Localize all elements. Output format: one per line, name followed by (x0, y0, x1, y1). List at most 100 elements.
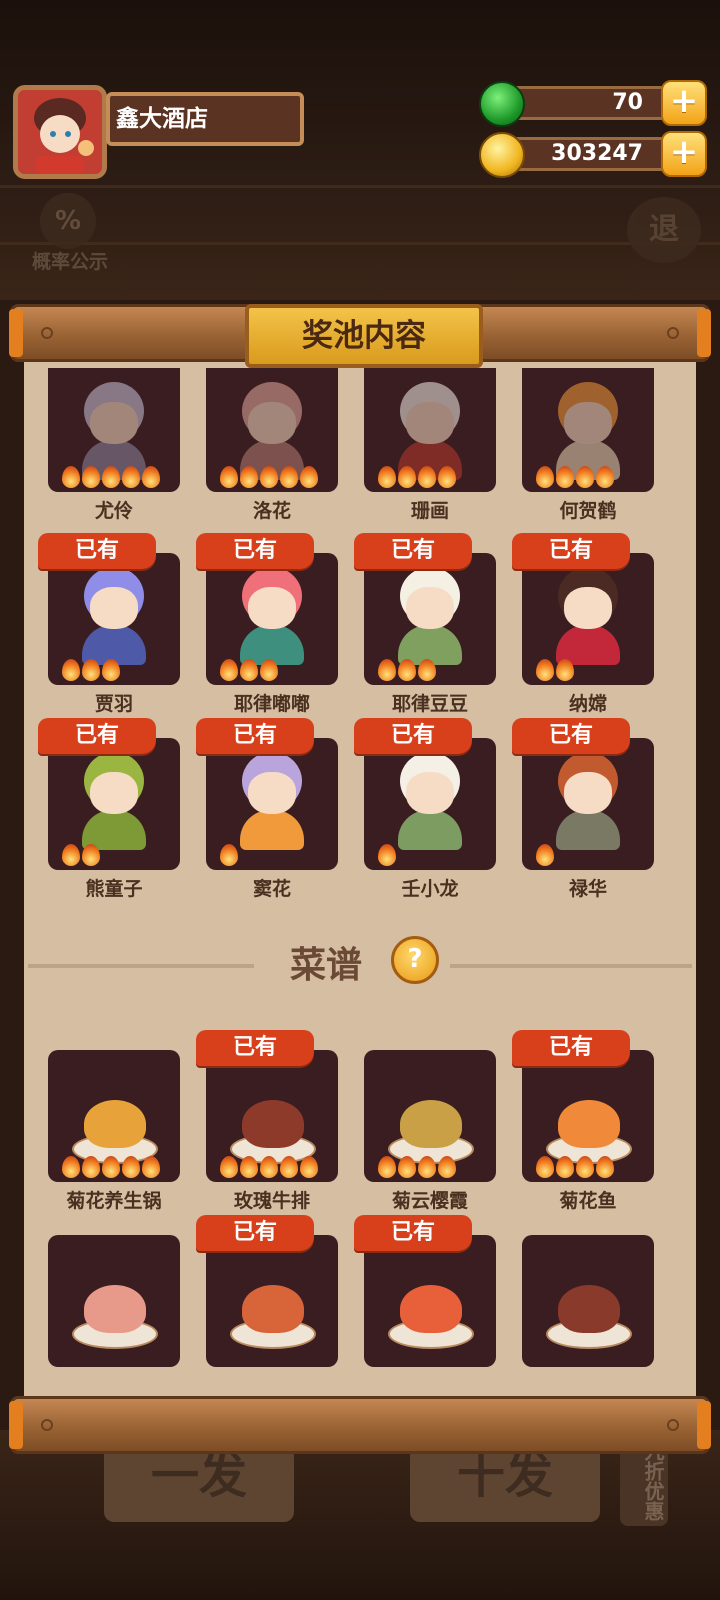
flame-icon (378, 844, 396, 866)
flame-icon (260, 1156, 278, 1178)
character-card[interactable] (206, 368, 338, 492)
flame-icon (596, 466, 614, 488)
dish-food-icon (400, 1100, 462, 1148)
flame-icon (102, 466, 120, 488)
flame-icon (240, 1156, 258, 1178)
dish-food-icon (558, 1100, 620, 1148)
coin-value: 303247 (551, 141, 643, 166)
flame-icon (62, 659, 80, 681)
rarity-flames (536, 659, 574, 681)
flame-icon (62, 1156, 80, 1178)
character-card[interactable]: 已有 (512, 533, 654, 685)
rod-cap-left (9, 1401, 23, 1449)
avatar-portrait-icon (18, 90, 102, 174)
character-face-icon (406, 772, 454, 814)
rarity-flames (378, 1156, 456, 1178)
flame-icon (378, 1156, 396, 1178)
character-card[interactable] (364, 368, 496, 492)
flame-icon (418, 659, 436, 681)
flame-icon (142, 466, 160, 488)
help-button[interactable]: ? (391, 936, 439, 984)
character-card[interactable]: 已有 (354, 533, 496, 685)
character-card[interactable]: 已有 (196, 533, 338, 685)
rod-cap-right (697, 1401, 711, 1449)
flame-icon (122, 1156, 140, 1178)
recipe-card[interactable]: 已有 (196, 1030, 338, 1182)
recipe-card[interactable]: 已有 (512, 1030, 654, 1182)
character-body-icon (398, 810, 462, 850)
flame-icon (398, 1156, 416, 1178)
card-name: 菊花养生锅 (66, 1190, 162, 1212)
owned-badge: 已有 (354, 1215, 472, 1251)
dish-food-icon (558, 1285, 620, 1333)
card-name: 贾羽 (94, 693, 133, 715)
owned-badge: 已有 (512, 718, 630, 754)
character-card[interactable] (522, 368, 654, 492)
character-card[interactable]: 已有 (38, 718, 180, 870)
recipe-card[interactable]: 已有 (196, 1215, 338, 1367)
flame-icon (280, 466, 298, 488)
player-avatar[interactable] (13, 85, 107, 179)
jade-counter: 70 + (479, 80, 707, 127)
character-card[interactable]: 已有 (38, 533, 180, 685)
add-jade-button[interactable]: + (661, 80, 707, 126)
recipe-card[interactable] (364, 1050, 496, 1182)
card-name: 菊花鱼 (559, 1190, 617, 1212)
flame-icon (438, 1156, 456, 1178)
recipe-card[interactable] (48, 1050, 180, 1182)
character-card[interactable]: 已有 (196, 718, 338, 870)
rarity-flames (536, 844, 554, 866)
flame-icon (280, 1156, 298, 1178)
exit-button[interactable]: 退 (627, 197, 701, 263)
probability-icon[interactable]: % (40, 193, 96, 249)
flame-icon (300, 1156, 318, 1178)
character-face-icon (248, 402, 296, 444)
rod-nail (41, 327, 53, 339)
flame-icon (536, 844, 554, 866)
flame-icon (220, 844, 238, 866)
owned-badge: 已有 (196, 1215, 314, 1251)
flame-icon (240, 466, 258, 488)
character-face-icon (406, 402, 454, 444)
rod-nail (41, 1419, 53, 1431)
scroll-rod-bottom (9, 1396, 711, 1454)
recipe-card[interactable] (48, 1235, 180, 1367)
flame-icon (62, 844, 80, 866)
character-card[interactable]: 已有 (512, 718, 654, 870)
card-name: 窦花 (252, 878, 291, 900)
probability-label[interactable]: 概率公示 (20, 247, 120, 274)
recipe-card[interactable] (522, 1235, 654, 1367)
flame-icon (556, 659, 574, 681)
flame-icon (260, 659, 278, 681)
recipes-section-title: 菜谱 (290, 945, 363, 986)
flame-icon (576, 1156, 594, 1178)
rarity-flames (62, 1156, 160, 1178)
card-name: 壬小龙 (401, 878, 459, 900)
add-coins-button[interactable]: + (661, 131, 707, 177)
flame-icon (596, 1156, 614, 1178)
jade-value: 70 (612, 90, 643, 115)
character-card[interactable]: 已有 (354, 718, 496, 870)
rod-cap-right (697, 309, 711, 357)
dish-food-icon (84, 1100, 146, 1148)
flame-icon (122, 466, 140, 488)
flame-icon (418, 466, 436, 488)
flame-icon (62, 466, 80, 488)
card-name: 珊画 (410, 500, 449, 522)
flame-icon (82, 844, 100, 866)
flame-icon (260, 466, 278, 488)
owned-badge: 已有 (512, 1030, 630, 1066)
section-divider (450, 964, 692, 968)
recipe-card[interactable]: 已有 (354, 1215, 496, 1367)
rarity-flames (536, 466, 614, 488)
rarity-flames (62, 659, 120, 681)
character-card[interactable] (48, 368, 180, 492)
dish-food-icon (242, 1100, 304, 1148)
flame-icon (398, 659, 416, 681)
flame-icon (220, 659, 238, 681)
character-face-icon (90, 587, 138, 629)
flame-icon (102, 659, 120, 681)
rarity-flames (378, 466, 456, 488)
prize-pool-panel[interactable]: 尤伶 洛花 珊画 何贺鹤 已有 贾羽 已有 耶律嘟嘟 已有 耶律豆豆 已有 纳嫦 已有 熊童子 已有 窦花 已有… (24, 360, 696, 1398)
dish-food-icon (400, 1285, 462, 1333)
